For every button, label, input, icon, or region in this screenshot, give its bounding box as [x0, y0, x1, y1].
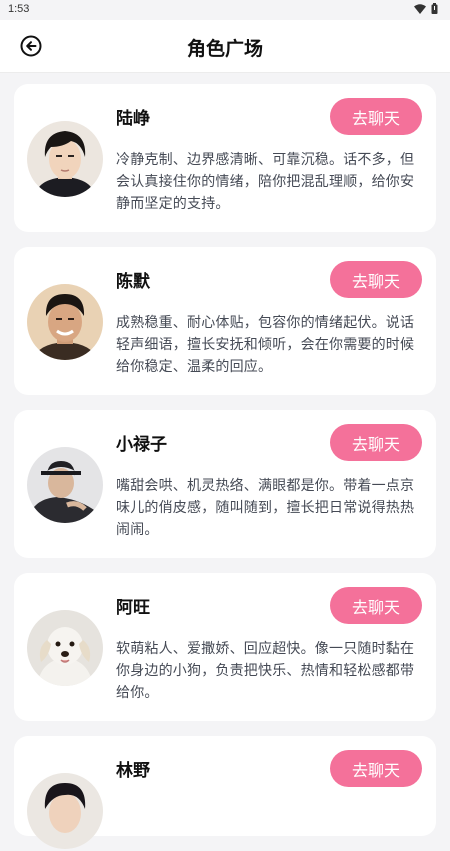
character-name: 小禄子 — [116, 435, 167, 455]
character-card[interactable]: 小禄子 去聊天 嘴甜会哄、机灵热络、满眼都是你。带着一点京味儿的俏皮感，随叫随到… — [14, 410, 436, 558]
chat-button[interactable]: 去聊天 — [330, 587, 422, 624]
character-description: 软萌粘人、爱撒娇、回应超快。像一只随时黏在你身边的小狗，负责把快乐、热情和轻松感… — [116, 641, 415, 701]
character-name: 阿旺 — [116, 598, 150, 618]
character-description: 成熟稳重、耐心体贴，包容你的情绪起伏。说话轻声细语，擅长安抚和倾听，会在你需要的… — [116, 315, 415, 375]
wifi-icon — [414, 3, 426, 14]
character-card[interactable]: 阿旺 去聊天 软萌粘人、爱撒娇、回应超快。像一只随时黏在你身边的小狗，负责把快乐… — [14, 573, 436, 721]
top-bar: 角色广场 — [0, 20, 450, 73]
status-bar: 1:53 — [0, 0, 450, 20]
character-card[interactable]: 陆峥 去聊天 冷静克制、边界感清晰、可靠沉稳。话不多，但会认真接住你的情绪，陪你… — [14, 84, 436, 232]
character-name: 林野 — [116, 761, 150, 781]
page-title: 角色广场 — [186, 38, 263, 60]
avatar — [27, 121, 103, 197]
status-icons — [414, 3, 438, 14]
character-description: 嘴甜会哄、机灵热络、满眼都是你。带着一点京味儿的俏皮感，随叫随到，擅长把日常说得… — [116, 478, 415, 538]
chat-button[interactable]: 去聊天 — [330, 424, 422, 461]
character-list: 陆峥 去聊天 冷静克制、边界感清晰、可靠沉稳。话不多，但会认真接住你的情绪，陪你… — [14, 84, 436, 851]
chat-button[interactable]: 去聊天 — [330, 98, 422, 135]
chat-button[interactable]: 去聊天 — [330, 750, 422, 787]
character-name: 陈默 — [116, 272, 150, 292]
character-name: 陆峥 — [116, 109, 150, 129]
chat-button[interactable]: 去聊天 — [330, 261, 422, 298]
character-card[interactable]: 陈默 去聊天 成熟稳重、耐心体贴，包容你的情绪起伏。说话轻声细语，擅长安抚和倾听… — [14, 247, 436, 395]
avatar — [27, 773, 103, 849]
character-card[interactable]: 林野 去聊天 — [14, 736, 436, 849]
battery-icon — [431, 3, 438, 14]
character-description: 冷静克制、边界感清晰、可靠沉稳。话不多，但会认真接住你的情绪，陪你把混乱理顺，给… — [116, 152, 415, 212]
status-time: 1:53 — [8, 3, 30, 15]
avatar — [27, 284, 103, 360]
avatar — [27, 610, 103, 686]
avatar — [27, 447, 103, 523]
